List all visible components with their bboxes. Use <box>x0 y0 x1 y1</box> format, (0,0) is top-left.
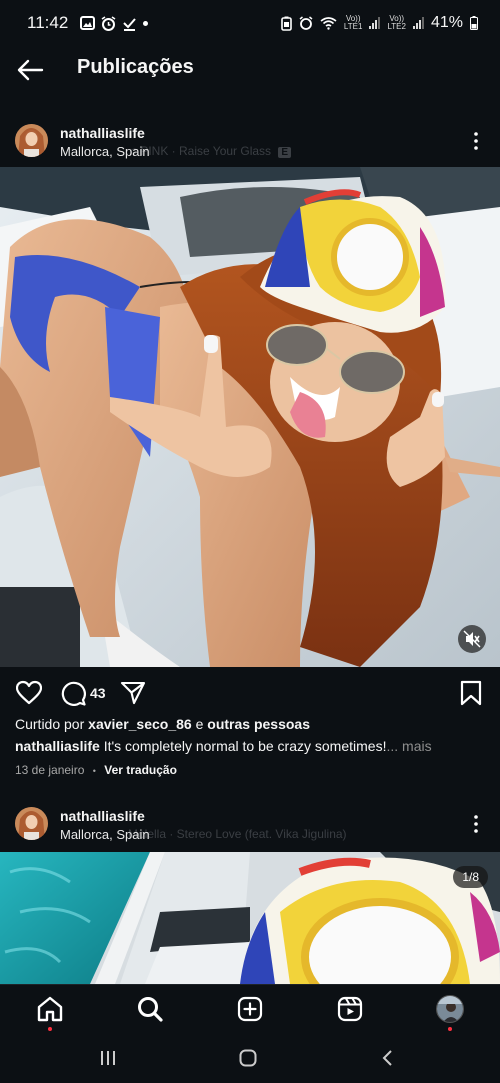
caption-more-link[interactable]: ... mais <box>386 738 431 754</box>
liked-by-others[interactable]: outras pessoas <box>207 716 310 732</box>
signal-sim1-icon <box>369 17 381 29</box>
home-button-icon[interactable] <box>238 1048 258 1068</box>
battery-icon <box>470 16 478 30</box>
mute-button[interactable] <box>458 625 486 653</box>
sim2-label: Vo)) LTE2 <box>387 14 406 31</box>
caption-username[interactable]: nathalliaslife <box>15 738 100 754</box>
likes-summary[interactable]: Curtido por xavier_seco_86 e outras pess… <box>15 716 310 732</box>
status-bar: 11:42 Vo)) LTE1 Vo)) LTE2 41% <box>0 0 500 46</box>
wifi-icon <box>320 17 337 30</box>
post-photo <box>0 852 500 984</box>
system-navigation-bar <box>0 1034 500 1083</box>
sim1-label: Vo)) LTE1 <box>343 14 363 31</box>
caption-text: It's completely normal to be crazy somet… <box>99 738 387 754</box>
gallery-icon <box>80 16 96 30</box>
post-date: 13 de janeiro <box>15 763 85 777</box>
heart-icon[interactable] <box>16 680 42 706</box>
profile-avatar[interactable] <box>436 995 464 1023</box>
post-music[interactable]: ♫ PINK · Raise Your Glass E <box>128 144 292 158</box>
share-icon[interactable] <box>120 680 146 706</box>
alarm-status-icon <box>299 16 313 30</box>
battery-percent: 41% <box>430 14 463 31</box>
carousel-counter: 1/8 <box>453 866 488 888</box>
create-post-icon[interactable] <box>236 995 264 1023</box>
post-actions: 43 <box>0 676 500 708</box>
speaker-muted-icon <box>463 630 481 648</box>
more-options-icon[interactable] <box>470 130 482 152</box>
system-back-icon[interactable] <box>378 1048 398 1068</box>
post-media[interactable]: 1/8 <box>0 852 500 984</box>
post-caption: nathalliaslife It's completely normal to… <box>15 738 485 754</box>
post-music[interactable]: Molella · Stereo Love (feat. Vika Jiguli… <box>128 827 347 841</box>
post-meta: 13 de janeiro • Ver tradução <box>15 763 177 777</box>
signal-sim2-icon <box>412 17 424 29</box>
more-notifications-dot-icon <box>143 20 149 26</box>
back-arrow-icon[interactable] <box>14 54 46 86</box>
reels-icon[interactable] <box>336 995 364 1023</box>
page-title: Publicações <box>77 56 194 78</box>
bookmark-icon[interactable] <box>458 680 484 706</box>
bottom-navigation <box>0 984 500 1034</box>
comment-count[interactable]: 43 <box>90 685 106 701</box>
post-header: nathalliaslife Molella · Stereo Love (fe… <box>0 807 500 853</box>
profile-notification-dot <box>448 1027 452 1031</box>
avatar[interactable] <box>15 807 48 840</box>
post-username[interactable]: nathalliaslife <box>60 808 145 824</box>
home-notification-dot <box>48 1027 52 1031</box>
more-options-icon[interactable] <box>470 813 482 835</box>
post-location[interactable]: Mallorca, Spain <box>60 144 150 159</box>
post-location[interactable]: Mallorca, Spain <box>60 827 150 842</box>
home-icon[interactable] <box>36 995 64 1023</box>
post-media[interactable] <box>0 167 500 667</box>
status-time: 11:42 <box>27 13 69 32</box>
comment-icon[interactable] <box>60 680 86 706</box>
explicit-badge: E <box>278 147 292 158</box>
post-username[interactable]: nathalliaslife <box>60 125 145 141</box>
app-header: Publicações <box>0 46 500 92</box>
post-photo <box>0 167 500 667</box>
translate-link[interactable]: Ver tradução <box>104 763 177 777</box>
post-header: nathalliaslife ♫ PINK · Raise Your Glass… <box>0 124 500 170</box>
alarm-icon <box>101 15 116 31</box>
liked-by-user[interactable]: xavier_seco_86 <box>88 716 192 732</box>
search-icon[interactable] <box>136 995 164 1023</box>
battery-saver-icon <box>281 16 292 31</box>
download-done-icon <box>123 17 137 31</box>
avatar[interactable] <box>15 124 48 157</box>
recent-apps-icon[interactable] <box>98 1048 118 1068</box>
